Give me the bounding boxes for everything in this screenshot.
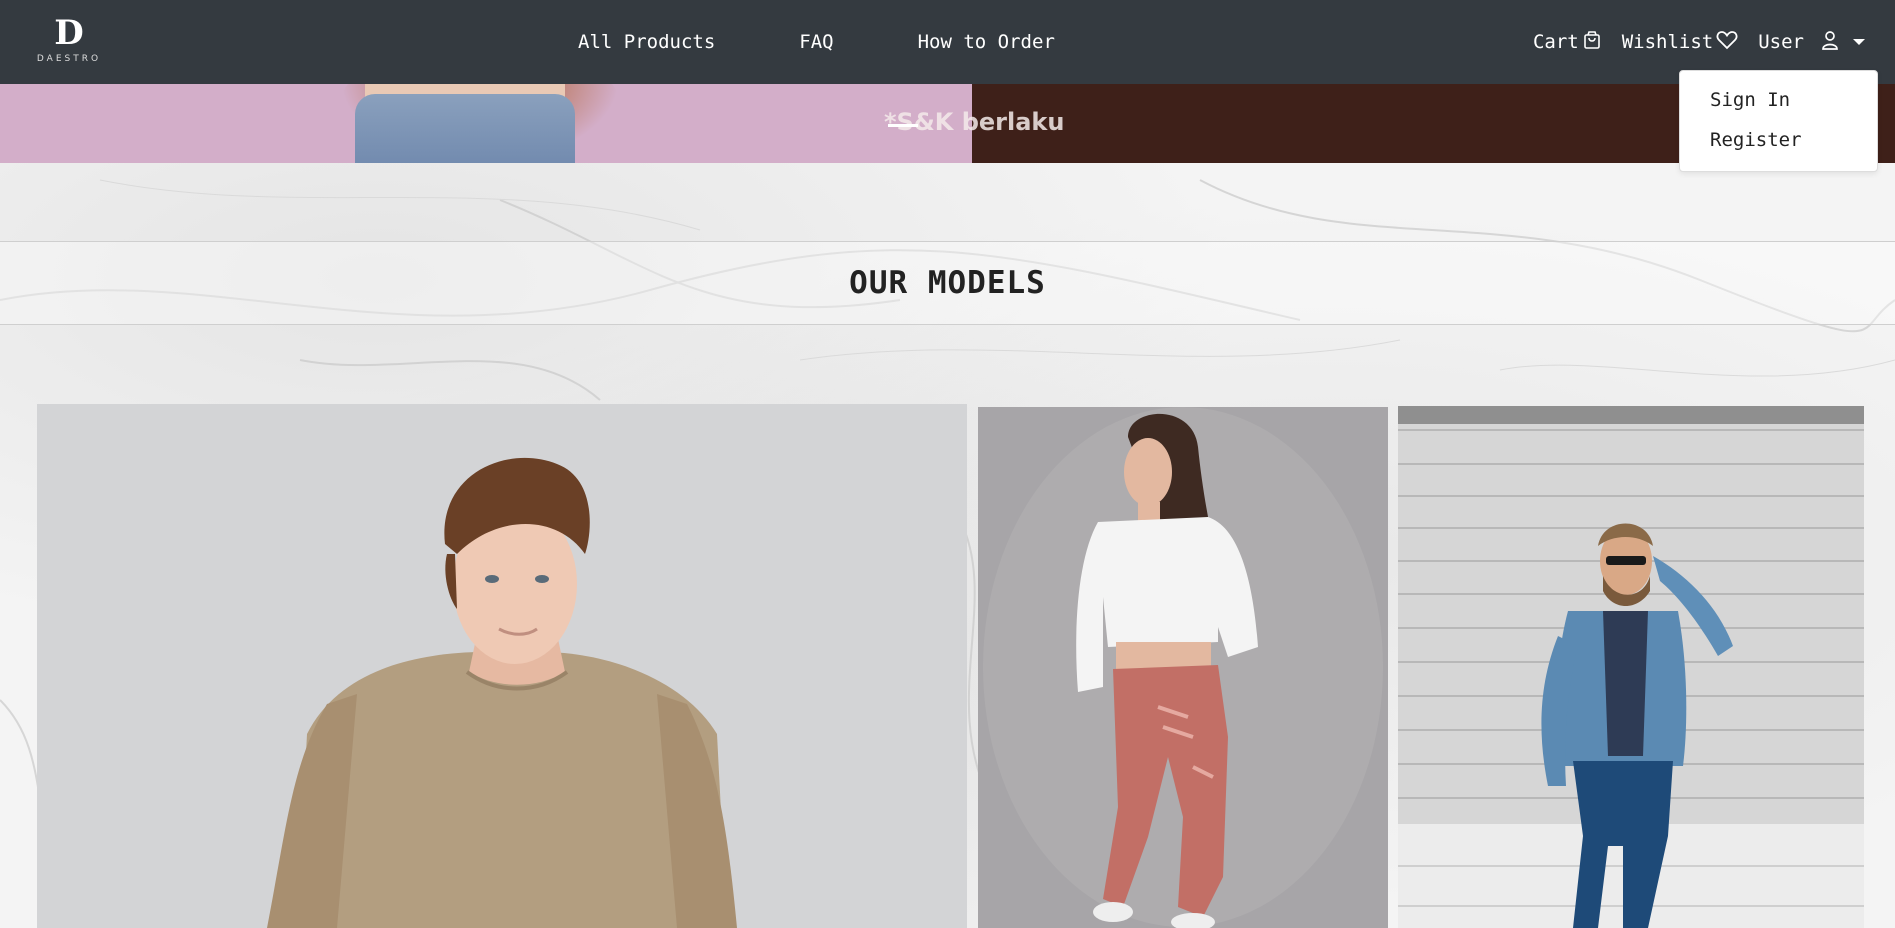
top-navbar: D DAESTRO All Products FAQ How to Order … (0, 0, 1895, 84)
banner-terms-text: *S&K berlaku (884, 108, 1065, 136)
model-card-2[interactable] (978, 407, 1388, 928)
shopping-bag-icon (1579, 30, 1602, 55)
promo-banner[interactable]: *S&K berlaku (0, 84, 1895, 163)
brand-logo[interactable]: D DAESTRO (24, 16, 114, 68)
nav-link-faq[interactable]: FAQ (799, 31, 833, 53)
banner-jeans-shape (355, 94, 575, 163)
model-photo-woman-white-sweater-pink-joggers (978, 407, 1388, 928)
nav-link-how-to-order[interactable]: How to Order (918, 31, 1055, 53)
model-card-1[interactable] (37, 404, 967, 928)
model-photo-man-blue-blazer-sunglasses (1398, 406, 1864, 928)
user-label: User (1758, 31, 1804, 53)
nav-link-all-products[interactable]: All Products (578, 31, 715, 53)
logo-text: DAESTRO (36, 54, 102, 64)
wishlist-link[interactable]: Wishlist (1622, 30, 1739, 55)
user-icon (1818, 30, 1839, 55)
cart-label: Cart (1532, 31, 1579, 53)
model-photo-man-beige-tshirt (37, 404, 967, 928)
heart-icon (1713, 30, 1738, 55)
sign-in-link[interactable]: Sign In (1680, 80, 1877, 120)
logo-mark: D (54, 13, 84, 53)
chevron-down-icon (1853, 39, 1865, 45)
user-dropdown-menu: Sign In Register (1679, 70, 1878, 172)
section-header: OUR MODELS (0, 241, 1895, 325)
main-nav: All Products FAQ How to Order (578, 0, 1055, 84)
section-title: OUR MODELS (849, 265, 1046, 301)
register-link[interactable]: Register (1680, 120, 1877, 160)
model-card-3[interactable] (1398, 406, 1864, 928)
banner-strike-line (888, 124, 918, 127)
cart-link[interactable]: Cart (1533, 30, 1602, 55)
user-menu-toggle[interactable]: User (1758, 30, 1865, 55)
wishlist-label: Wishlist (1621, 31, 1714, 53)
banner-photo-left (0, 84, 972, 163)
